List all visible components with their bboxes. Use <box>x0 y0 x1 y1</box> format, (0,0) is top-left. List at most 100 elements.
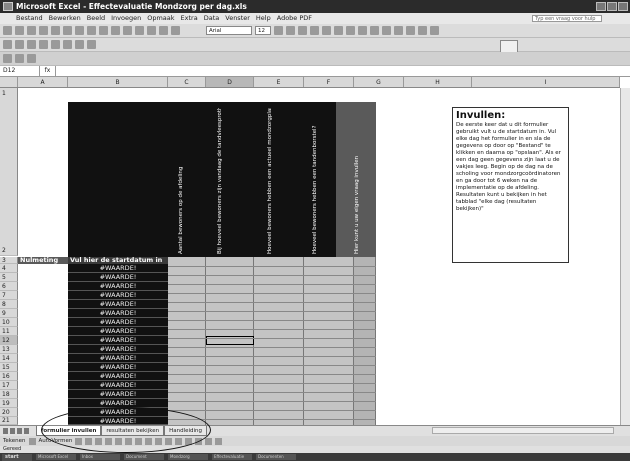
error-cell[interactable]: #WAARDE! <box>68 381 168 390</box>
fill-color-icon[interactable] <box>418 26 427 35</box>
paste-icon[interactable] <box>99 26 108 35</box>
currency-icon[interactable] <box>358 26 367 35</box>
row-header[interactable]: 10 <box>0 318 18 327</box>
close-button[interactable] <box>618 2 628 11</box>
font-size-select[interactable]: 12 <box>255 26 271 35</box>
tb2-icon-6[interactable] <box>63 40 72 49</box>
column-header-b[interactable]: B <box>68 77 168 87</box>
print-icon[interactable] <box>39 26 48 35</box>
tb2-icon-3[interactable] <box>27 40 36 49</box>
row-header[interactable]: 13 <box>0 345 18 354</box>
error-cell[interactable]: #WAARDE! <box>68 273 168 282</box>
draw-menu[interactable]: Tekenen <box>3 438 26 444</box>
column-g-cells[interactable] <box>354 257 376 425</box>
row-header[interactable]: 6 <box>0 282 18 291</box>
instructions-textbox[interactable]: Invullen: De eerste keer dat u dit formu… <box>452 107 569 263</box>
row-header[interactable]: 1 <box>0 88 18 256</box>
menu-item-adobe-pdf[interactable]: Adobe PDF <box>277 13 312 24</box>
menu-item-opmaak[interactable]: Opmaak <box>147 13 174 24</box>
row-header[interactable]: 8 <box>0 300 18 309</box>
tb2-icon-1[interactable] <box>3 40 12 49</box>
start-button[interactable]: start <box>2 453 32 461</box>
row-header[interactable]: 15 <box>0 363 18 372</box>
row-header[interactable]: 11 <box>0 327 18 336</box>
preview-icon[interactable] <box>51 26 60 35</box>
maximize-button[interactable] <box>607 2 617 11</box>
tb2-icon-8[interactable] <box>87 40 96 49</box>
underline-icon[interactable] <box>298 26 307 35</box>
help-search-input[interactable]: Typ een vraag voor hulp <box>532 15 602 22</box>
menu-item-invoegen[interactable]: Invoegen <box>111 13 141 24</box>
bold-icon[interactable] <box>274 26 283 35</box>
undo-icon[interactable] <box>111 26 120 35</box>
taskbar-item[interactable]: Microsoft Excel <box>36 454 76 460</box>
shadow-icon[interactable] <box>205 437 213 445</box>
tb2-icon-2[interactable] <box>15 40 24 49</box>
menu-item-help[interactable]: Help <box>256 13 271 24</box>
sum-icon[interactable] <box>135 26 144 35</box>
tb3-icon-1[interactable] <box>3 54 12 63</box>
tb2-icon-5[interactable] <box>51 40 60 49</box>
spelling-icon[interactable] <box>63 26 72 35</box>
font-color-icon[interactable] <box>430 26 439 35</box>
menu-item-venster[interactable]: Venster <box>225 13 250 24</box>
error-cell[interactable]: #WAARDE! <box>68 363 168 372</box>
error-cell[interactable]: #WAARDE! <box>68 264 168 273</box>
error-cell[interactable]: #WAARDE! <box>68 291 168 300</box>
error-cell[interactable]: #WAARDE! <box>68 327 168 336</box>
row-header[interactable]: 7 <box>0 291 18 300</box>
formula-input[interactable] <box>56 66 630 76</box>
error-cell[interactable]: #WAARDE! <box>68 300 168 309</box>
row-header[interactable]: 17 <box>0 381 18 390</box>
row-header[interactable]: 14 <box>0 354 18 363</box>
column-e-cells[interactable] <box>254 257 304 425</box>
chart-icon[interactable] <box>159 26 168 35</box>
error-cell[interactable]: #WAARDE! <box>68 282 168 291</box>
column-header-h[interactable]: H <box>404 77 472 87</box>
zoom-icon[interactable] <box>171 26 180 35</box>
merge-icon[interactable] <box>346 26 355 35</box>
align-left-icon[interactable] <box>310 26 319 35</box>
copy-icon[interactable] <box>87 26 96 35</box>
italic-icon[interactable] <box>286 26 295 35</box>
tb3-icon-2[interactable] <box>15 54 24 63</box>
taskbar-item[interactable]: Effectevaluatie <box>212 454 252 460</box>
indent-icon[interactable] <box>394 26 403 35</box>
sort-icon[interactable] <box>147 26 156 35</box>
align-right-icon[interactable] <box>334 26 343 35</box>
name-box[interactable]: D12 <box>0 66 40 76</box>
minimize-button[interactable] <box>596 2 606 11</box>
row-header[interactable]: 16 <box>0 372 18 381</box>
select-arrow-icon[interactable] <box>28 437 36 445</box>
row-header[interactable]: 3 <box>0 257 18 264</box>
tb3-icon-3[interactable] <box>27 54 36 63</box>
taskbar-item[interactable]: Document <box>124 454 164 460</box>
row-header[interactable]: 4 <box>0 264 18 273</box>
error-cell[interactable]: #WAARDE! <box>68 372 168 381</box>
column-c-cells[interactable] <box>168 257 206 425</box>
decimal-icon[interactable] <box>382 26 391 35</box>
column-header-i[interactable]: I <box>472 77 620 87</box>
taskbar-item[interactable]: Documenten <box>256 454 296 460</box>
error-cell[interactable]: #WAARDE! <box>68 318 168 327</box>
menu-item-bestand[interactable]: Bestand <box>16 13 43 24</box>
font-select[interactable]: Arial <box>206 26 252 35</box>
tb2-icon-4[interactable] <box>39 40 48 49</box>
column-header-f[interactable]: F <box>304 77 354 87</box>
percent-icon[interactable] <box>370 26 379 35</box>
open-icon[interactable] <box>15 26 24 35</box>
column-header-d[interactable]: D <box>206 77 254 87</box>
prev-tab-arrow-icon[interactable] <box>10 428 15 434</box>
column-f-cells[interactable] <box>304 257 354 425</box>
3d-icon[interactable] <box>215 437 223 445</box>
row-header[interactable]: 2 <box>0 245 18 256</box>
menu-item-extra[interactable]: Extra <box>181 13 198 24</box>
column-header-e[interactable]: E <box>254 77 304 87</box>
select-all-corner[interactable] <box>0 77 18 87</box>
redo-icon[interactable] <box>123 26 132 35</box>
new-icon[interactable] <box>3 26 12 35</box>
column-header-c[interactable]: C <box>168 77 206 87</box>
row-header[interactable]: 18 <box>0 390 18 399</box>
border-icon[interactable] <box>406 26 415 35</box>
tb2-icon-7[interactable] <box>75 40 84 49</box>
